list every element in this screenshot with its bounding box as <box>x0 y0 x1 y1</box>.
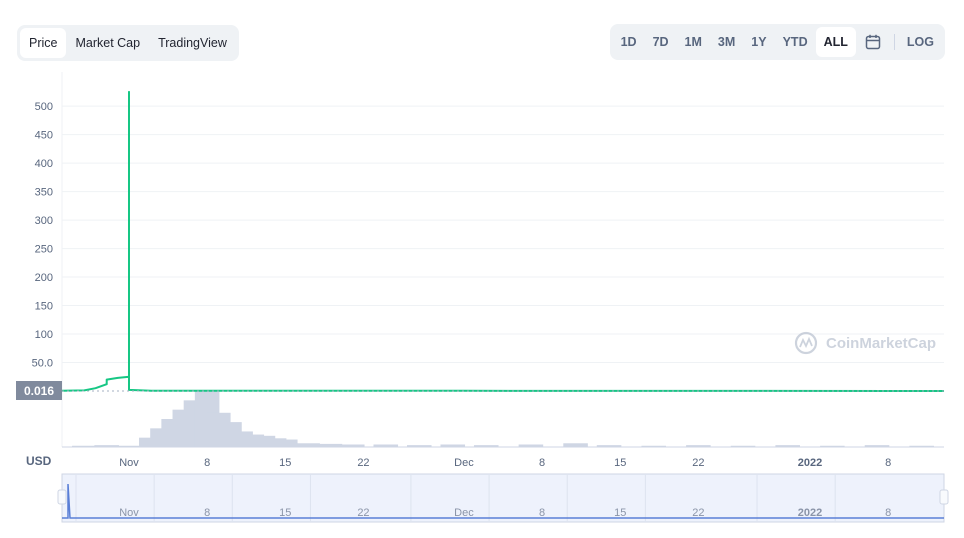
y-tick-label: 50.0 <box>32 358 53 370</box>
x-axis-ticks: Nov 8 15 22 Dec 8 15 22 2022 8 <box>119 457 891 469</box>
x-tick-label: Nov <box>119 457 139 469</box>
y-tick-label: 500 <box>35 101 53 113</box>
x-tick-label: 2022 <box>798 457 822 469</box>
currency-label: USD <box>26 454 52 468</box>
x-tick-label: 8 <box>885 457 891 469</box>
y-tick-label: 100 <box>35 329 53 341</box>
volume-bar <box>864 445 890 447</box>
volume-bar <box>641 445 667 447</box>
volume-bar <box>596 445 622 447</box>
volume-bar <box>317 443 343 447</box>
volume-bar <box>440 444 466 447</box>
y-tick-label: 300 <box>35 215 53 227</box>
volume-bar <box>820 445 845 447</box>
volume-bars <box>72 391 934 447</box>
volume-bar <box>295 443 320 447</box>
x-tick-label: 15 <box>279 457 291 469</box>
x-tick-label: 15 <box>614 457 626 469</box>
navigator-tick-label: Nov <box>119 507 139 519</box>
volume-bar <box>473 445 499 447</box>
x-tick-label: 22 <box>357 457 369 469</box>
volume-bar <box>730 445 756 447</box>
volume-bar <box>406 445 432 447</box>
coinmarketcap-logo-icon <box>794 331 818 355</box>
watermark-text: CoinMarketCap <box>826 335 936 352</box>
y-tick-label: 250 <box>35 244 53 256</box>
y-tick-label: 350 <box>35 187 53 199</box>
volume-bar <box>94 445 119 447</box>
navigator-tick-label: 15 <box>279 507 291 519</box>
navigator-left-handle[interactable] <box>57 489 67 505</box>
volume-bar <box>373 444 399 447</box>
navigator-tick-label: 15 <box>614 507 626 519</box>
x-tick-label: 8 <box>204 457 210 469</box>
navigator-tick-label: 22 <box>357 507 369 519</box>
y-tick-label: 200 <box>35 272 53 284</box>
volume-bar <box>339 444 365 447</box>
price-line <box>61 90 945 392</box>
y-tick-label: 400 <box>35 158 53 170</box>
navigator-tick-label: 2022 <box>798 507 822 519</box>
navigator-tick-label: Dec <box>454 507 474 519</box>
x-tick-label: Dec <box>454 457 474 469</box>
volume-bar <box>116 445 142 447</box>
volume-bar <box>72 445 97 447</box>
navigator-tick-label: 8 <box>539 507 545 519</box>
volume-bar <box>563 443 588 447</box>
y-tick-label: 150 <box>35 301 53 313</box>
range-navigator[interactable]: Nov 8 15 22 Dec 8 15 22 2022 8 <box>57 473 949 523</box>
y-axis-ticks: 50.0 100 150 200 250 300 350 400 450 500 <box>32 101 53 369</box>
watermark: CoinMarketCap <box>794 331 936 355</box>
current-price-label: 0.016 <box>24 384 54 398</box>
watermark-logo-mark <box>799 336 813 349</box>
volume-bar <box>518 444 544 447</box>
navigator-tick-label: 8 <box>885 507 891 519</box>
volume-bar <box>273 439 298 447</box>
volume-bar <box>775 445 800 447</box>
y-tick-label: 450 <box>35 130 53 142</box>
volume-bar <box>686 445 711 447</box>
price-chart: CoinMarketCap 50.0 100 150 200 250 300 350 400 4… <box>16 72 949 523</box>
x-tick-label: 22 <box>692 457 704 469</box>
volume-bar <box>909 445 934 447</box>
navigator-tick-label: 22 <box>692 507 704 519</box>
current-price-tag: 0.016 <box>16 381 62 400</box>
navigator-right-handle[interactable] <box>939 489 949 505</box>
price-line-series <box>61 90 945 392</box>
x-tick-label: 8 <box>539 457 545 469</box>
navigator-tick-label: 8 <box>204 507 210 519</box>
